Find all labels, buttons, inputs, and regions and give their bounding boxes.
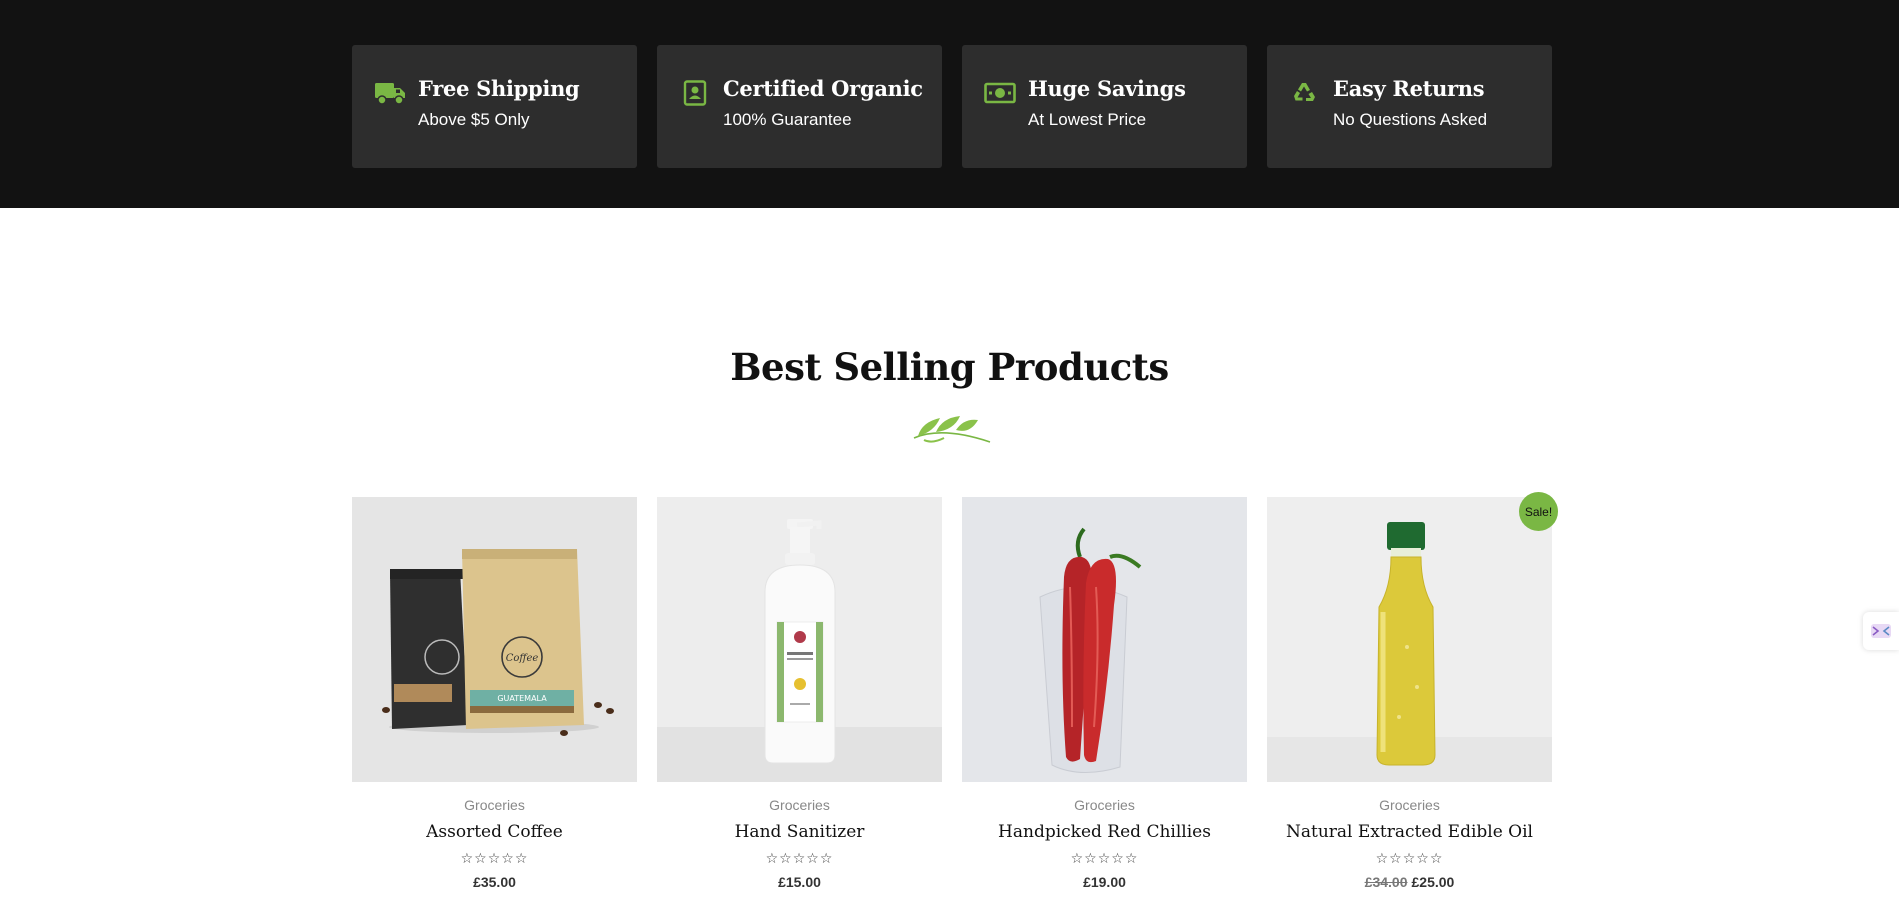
feature-title: Free Shipping: [418, 76, 580, 101]
feature-subtitle: 100% Guarantee: [723, 110, 852, 129]
product-card[interactable]: Groceries Handpicked Red Chillies ☆☆☆☆☆ …: [962, 497, 1247, 890]
leaf-divider-icon: [913, 416, 991, 443]
sale-badge: Sale!: [1519, 492, 1558, 531]
feature-subtitle: No Questions Asked: [1333, 110, 1488, 129]
floating-widget-button[interactable]: [1863, 612, 1899, 650]
product-category[interactable]: Groceries: [657, 797, 942, 813]
mail-icon: [1871, 624, 1891, 638]
price-current: £19.00: [1083, 874, 1126, 890]
product-image-chillies[interactable]: [962, 497, 1247, 782]
feature-title: Certified Organic: [723, 76, 923, 101]
product-image-sanitizer[interactable]: [657, 497, 942, 782]
star-rating-icon: ☆☆☆☆☆: [1375, 850, 1444, 866]
product-category[interactable]: Groceries: [962, 797, 1247, 813]
product-name[interactable]: Handpicked Red Chillies: [962, 822, 1247, 842]
product-image-coffee[interactable]: Coffee GUATEMALA: [352, 497, 637, 782]
product-price: £34.00 £25.00: [1267, 874, 1552, 890]
feature-subtitle: Above $5 Only: [418, 110, 530, 129]
feature-title: Huge Savings: [1028, 76, 1186, 101]
star-rating-icon: ☆☆☆☆☆: [1070, 850, 1139, 866]
truck-icon: [374, 79, 406, 107]
feature-subtitle: At Lowest Price: [1028, 110, 1147, 129]
product-category[interactable]: Groceries: [1267, 797, 1552, 813]
price-original: £34.00: [1364, 874, 1408, 890]
price-current: £25.00: [1411, 874, 1455, 890]
star-rating-icon: ☆☆☆☆☆: [460, 850, 529, 866]
product-card[interactable]: Coffee GUATEMALA Groceries Assorted Coff…: [352, 497, 637, 890]
product-name[interactable]: Hand Sanitizer: [657, 822, 942, 842]
feature-card-returns: Easy Returns No Questions Asked: [1267, 45, 1552, 168]
svg-text:Coffee: Coffee: [506, 653, 539, 664]
product-card[interactable]: Groceries Natural Extracted Edible Oil ☆…: [1267, 497, 1552, 890]
product-price: £15.00: [657, 874, 942, 890]
money-bill-icon: [984, 79, 1016, 107]
section-title: Best Selling Products: [730, 345, 1169, 389]
product-price: £19.00: [962, 874, 1247, 890]
feature-title: Easy Returns: [1333, 76, 1485, 101]
feature-card-savings: Huge Savings At Lowest Price: [962, 45, 1247, 168]
product-card[interactable]: Groceries Hand Sanitizer ☆☆☆☆☆ £15.00: [657, 497, 942, 890]
price-current: £35.00: [473, 874, 516, 890]
product-image-oil[interactable]: [1267, 497, 1552, 782]
product-price: £35.00: [352, 874, 637, 890]
svg-text:GUATEMALA: GUATEMALA: [497, 694, 547, 703]
features-band: Free Shipping Above $5 Only Certified Or…: [0, 0, 1899, 208]
certificate-icon: [679, 79, 711, 107]
price-current: £15.00: [778, 874, 821, 890]
product-category[interactable]: Groceries: [352, 797, 637, 813]
star-rating-icon: ☆☆☆☆☆: [765, 850, 834, 866]
feature-card-shipping: Free Shipping Above $5 Only: [352, 45, 637, 168]
product-name[interactable]: Natural Extracted Edible Oil: [1267, 822, 1552, 842]
feature-card-organic: Certified Organic 100% Guarantee: [657, 45, 942, 168]
recycle-icon: [1289, 79, 1321, 107]
product-name[interactable]: Assorted Coffee: [352, 822, 637, 842]
